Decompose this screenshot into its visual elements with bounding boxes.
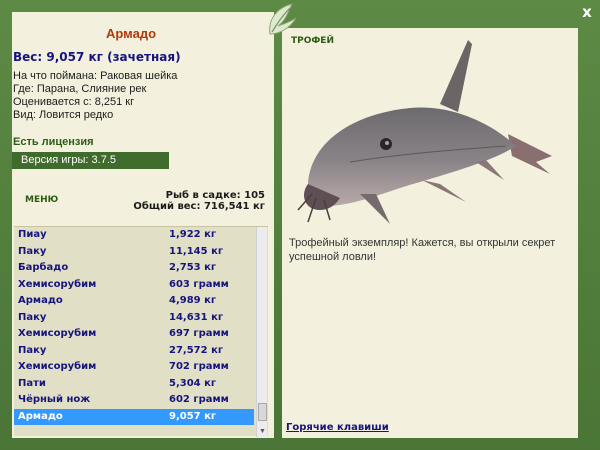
catch-list-row[interactable]: Барбадо 2,753 кг [14,260,254,276]
catch-fish-name: Хемисорубим [18,328,97,339]
catch-fish-weight: 702 грамм [169,361,229,372]
catch-fish-name: Пати [18,377,46,389]
catch-list-row[interactable]: Армадо 4,989 кг [14,293,254,309]
catch-fish-weight: 602 грамм [169,394,229,405]
kind-info: Вид: Ловится редко [13,109,114,121]
valued-info: Оценивается с: 8,251 кг [13,96,135,108]
catch-fish-name: Паку [18,344,47,356]
version-bar: Версия игры: 3.7.5 [12,152,169,169]
catch-fish-name: Хемисорубим [18,278,97,290]
bait-info: На что поймана: Раковая шейка [13,70,178,82]
catch-fish-weight: 27,572 кг [169,344,224,356]
catch-fish-weight: 9,057 кг [169,410,217,422]
scroll-down-arrow-icon[interactable]: ▼ [257,427,268,437]
keepnet-count: Рыб в садке: 105 [165,190,265,201]
fish-weight: Вес: 9,057 кг (зачетная) [13,50,181,64]
catch-list-row[interactable]: Армадо 9,057 кг [14,408,254,425]
catch-fish-weight: 603 грамм [169,278,229,290]
catch-list[interactable]: Пиау 1,922 кг Паку 11,145 кг Барбадо 2,753 кг… [14,226,268,437]
catch-fish-weight: 2,753 кг [169,262,217,273]
catch-fish-name: Армадо [18,295,63,306]
catch-list-row[interactable]: Хемисорубим 702 грамм [14,359,254,375]
license-status: Есть лицензия [13,136,94,148]
trophy-message: Трофейный экземпляр! Кажется, вы открыли… [289,237,556,263]
catch-list-row[interactable]: Паку 27,572 кг [14,343,254,359]
catch-fish-name: Армадо [18,410,63,422]
fish-name: Армадо [105,26,157,41]
catch-fish-weight: 11,145 кг [169,245,224,257]
catch-list-row[interactable]: Паку 14,631 кг [14,310,254,326]
catch-list-row[interactable]: Пати 5,304 кг [14,376,254,392]
catch-fish-name: Паку [18,311,47,323]
catch-fish-name: Чёрный нож [18,394,91,405]
catch-list-row[interactable]: Паку 11,145 кг [14,244,254,260]
catch-fish-weight: 4,989 кг [169,295,217,306]
catch-list-row[interactable]: Пиау 1,922 кг [14,227,254,243]
catch-list-row[interactable]: Хемисорубим 603 грамм [14,277,254,293]
catch-fish-name: Пиау [18,229,47,240]
catch-fish-weight: 697 грамм [169,328,229,339]
hotkeys-link[interactable]: Горячие клавиши [286,422,389,433]
location-info: Где: Парана, Слияние рек [13,83,147,95]
catch-list-scrollbar[interactable]: ▼ [256,227,267,437]
close-button[interactable]: x [579,4,595,20]
catch-fish-weight: 5,304 кг [169,377,217,389]
armado-fish-image [297,40,552,224]
keepnet-total-weight: Общий вес: 716,541 кг [133,201,265,212]
menu-button[interactable]: МЕНЮ [25,195,58,205]
catch-list-row[interactable]: Хемисорубим 697 грамм [14,326,254,342]
catch-fish-name: Барбадо [18,262,69,273]
scrollbar-thumb[interactable] [258,403,267,421]
catch-fish-weight: 14,631 кг [169,311,224,323]
catch-fish-name: Паку [18,245,47,257]
catch-fish-weight: 1,922 кг [169,229,217,240]
catch-fish-name: Хемисорубим [18,361,97,372]
catch-list-row[interactable]: Чёрный нож 602 грамм [14,392,254,408]
